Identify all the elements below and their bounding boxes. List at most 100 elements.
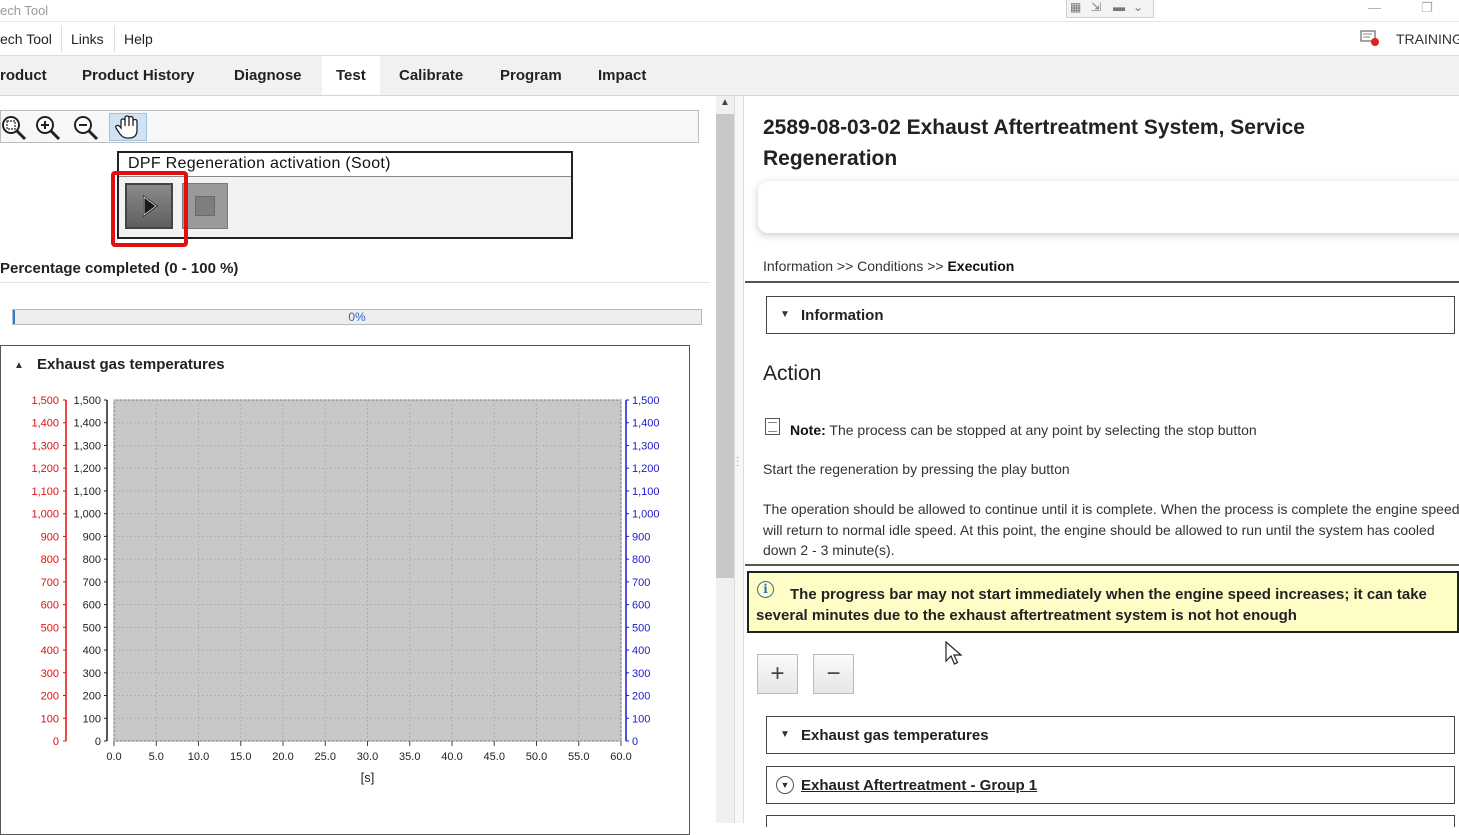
y-tick-label: 500 (83, 622, 101, 634)
y-tick-label: 400 (41, 645, 59, 657)
collapse-icon[interactable]: ⇲ (1091, 0, 1101, 14)
tab-product-history[interactable]: Product History (68, 56, 209, 95)
collapse-caret-icon[interactable]: ▲ (14, 360, 24, 371)
breadcrumb-current: Execution (947, 258, 1015, 274)
expand-circle-icon: ▼ (776, 776, 794, 794)
x-tick-label: 5.0 (149, 751, 164, 763)
y-tick-label: 1,000 (632, 509, 660, 521)
section-exhaust-gas-temperatures[interactable]: ▼ Exhaust gas temperatures (766, 716, 1455, 754)
temperature-chart: 0.0 5.0 10.0 15.0 20.0 25.0 30.0 35.0 40.0 45.0 50… (31, 395, 660, 785)
tab-test[interactable]: Test (322, 56, 380, 95)
tab-impact[interactable]: Impact (584, 56, 660, 95)
menu-help[interactable]: Help (124, 31, 153, 47)
pan-tool-button[interactable] (109, 113, 147, 141)
plus-icon: + (770, 660, 785, 687)
tab-diagnose[interactable]: Diagnose (220, 56, 316, 95)
highlight-annotation (111, 171, 188, 247)
y-tick-label: 200 (83, 691, 101, 703)
y-tick-label: 0 (632, 736, 638, 748)
x-tick-label: 35.0 (399, 751, 420, 763)
y-tick-label: 1,100 (31, 486, 59, 498)
x-tick-label: 45.0 (484, 751, 505, 763)
y-tick-label: 1,000 (73, 509, 101, 521)
section-aftertreatment-group[interactable]: ▼ Exhaust Aftertreatment - Group 1 (766, 766, 1455, 804)
zoom-out-button[interactable]: − (813, 654, 854, 694)
menu-bar: ech Tool Links Help TRAINING (0, 22, 1459, 56)
y-tick-label: 1,100 (632, 486, 660, 498)
y-tick-label: 1,300 (632, 440, 660, 452)
zoom-out-icon[interactable] (71, 113, 101, 141)
y-tick-label: 100 (632, 713, 650, 725)
divider (745, 281, 1459, 283)
y-tick-label: 300 (632, 668, 650, 680)
y-tick-label: 900 (83, 531, 101, 543)
chevron-down-icon[interactable]: ⌄ (1133, 0, 1143, 14)
user-name[interactable]: TRAINING (1396, 31, 1459, 47)
zoom-in-icon[interactable] (33, 113, 63, 141)
y-tick-label: 400 (83, 645, 101, 657)
main-tabs: roduct Product History Diagnose Test Cal… (0, 56, 1459, 96)
y-tick-label: 800 (41, 554, 59, 566)
chart-title[interactable]: Exhaust gas temperatures (37, 356, 225, 373)
y-tick-label: 200 (41, 691, 59, 703)
y-tick-label: 1,400 (31, 418, 59, 430)
y-tick-label: 600 (41, 600, 59, 612)
section-partial (766, 815, 1455, 827)
note-label: Note: (790, 422, 826, 438)
y-tick-label: 400 (632, 645, 650, 657)
warning-box: i The progress bar may not start immedia… (747, 571, 1459, 633)
y-tick-label: 500 (41, 622, 59, 634)
menu-techtool[interactable]: ech Tool (0, 31, 52, 47)
stop-icon (195, 196, 215, 216)
section-label: Exhaust gas temperatures (801, 727, 989, 744)
scroll-up-icon[interactable]: ▲ (716, 97, 734, 113)
tab-program[interactable]: Program (486, 56, 576, 95)
restore-icon[interactable]: ❐ (1421, 0, 1433, 16)
y-tick-label: 200 (632, 691, 650, 703)
warning-text: The progress bar may not start immediate… (756, 586, 1427, 624)
x-axis-label: [s] (361, 770, 375, 785)
note-body: The process can be stopped at any point … (825, 422, 1257, 438)
exhaust-temp-chart-panel: ▲ Exhaust gas temperatures 0.0 5.0 10.0 15.… (0, 345, 690, 835)
x-tick-label: 0.0 (106, 751, 121, 763)
y-tick-label: 1,000 (31, 509, 59, 521)
y-tick-label: 300 (83, 668, 101, 680)
x-tick-label: 10.0 (188, 751, 209, 763)
section-link[interactable]: Exhaust Aftertreatment - Group 1 (801, 777, 1037, 794)
scrollbar-thumb[interactable] (716, 114, 734, 578)
y-tick-label: 900 (632, 531, 650, 543)
menu-links[interactable]: Links (71, 31, 104, 47)
y-tick-label: 800 (83, 554, 101, 566)
y-tick-label: 600 (83, 600, 101, 612)
section-label: Information (801, 307, 884, 324)
y-tick-label: 0 (95, 736, 101, 748)
menu-divider (114, 26, 115, 52)
instruction-start: Start the regeneration by pressing the p… (763, 461, 1070, 477)
x-tick-label: 50.0 (526, 751, 547, 763)
minimize-icon[interactable]: — (1368, 0, 1381, 15)
y-tick-label: 1,300 (31, 440, 59, 452)
y-tick-label: 1,500 (31, 395, 59, 407)
divider (0, 282, 710, 283)
tab-calibrate[interactable]: Calibrate (385, 56, 477, 95)
layout-controls[interactable]: ▦ ⇲ ▬ ⌄ (1066, 0, 1154, 18)
breadcrumb-path[interactable]: Information >> Conditions >> (763, 258, 947, 274)
user-status-icon[interactable] (1360, 30, 1380, 46)
note-text: Note: The process can be stopped at any … (790, 422, 1257, 438)
splitter-grip-icon[interactable]: · · · (736, 453, 739, 471)
x-tick-label: 15.0 (230, 751, 251, 763)
zoom-fit-icon[interactable] (0, 113, 29, 141)
y-tick-label: 100 (83, 713, 101, 725)
pan-hand-icon (115, 115, 138, 139)
grid-icon[interactable]: ▦ (1070, 0, 1081, 14)
x-tick-label: 40.0 (441, 751, 462, 763)
y-tick-label: 1,100 (73, 486, 101, 498)
x-tick-label: 30.0 (357, 751, 378, 763)
minus-icon[interactable]: ▬ (1113, 0, 1125, 14)
chart-toolbar (0, 110, 699, 143)
zoom-in-button[interactable]: + (757, 654, 798, 694)
stop-button[interactable] (182, 183, 228, 229)
y-tick-label: 1,500 (632, 395, 660, 407)
tab-product[interactable]: roduct (0, 56, 61, 95)
section-information[interactable]: ▼ Information (766, 296, 1455, 334)
